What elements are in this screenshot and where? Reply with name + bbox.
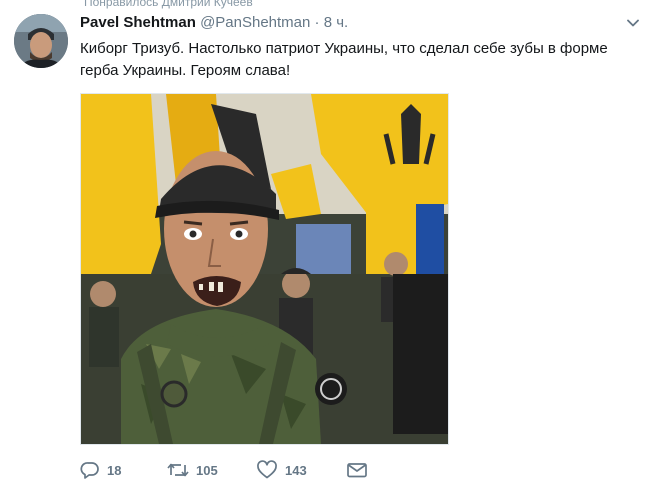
heart-icon — [256, 460, 278, 480]
tweet-actions: 18 105 143 — [80, 460, 368, 480]
like-count: 143 — [285, 462, 307, 478]
author-handle[interactable]: @PanShehtman — [200, 14, 310, 31]
header-separator: · — [310, 14, 324, 31]
reply-button[interactable]: 18 — [80, 460, 167, 480]
avatar[interactable] — [14, 14, 68, 68]
retweet-icon — [167, 460, 189, 480]
like-button[interactable]: 143 — [256, 460, 346, 480]
tweet-photo[interactable] — [80, 93, 449, 445]
liked-by-context: Понравилось Дмитрий Кучеев — [84, 0, 253, 9]
author-name[interactable]: Pavel Shehtman — [80, 14, 196, 31]
chevron-down-icon[interactable] — [624, 14, 642, 32]
retweet-count: 105 — [196, 462, 218, 478]
reply-icon — [80, 460, 100, 480]
direct-message-button[interactable] — [346, 460, 368, 480]
reply-count: 18 — [107, 462, 122, 478]
retweet-button[interactable]: 105 — [167, 460, 256, 480]
tweet-text: Киборг Тризуб. Настолько патриот Украины… — [80, 40, 608, 79]
tweet-timestamp[interactable]: 8 ч. — [324, 14, 349, 31]
tweet-header: Pavel Shehtman @PanShehtman · 8 ч. — [80, 14, 348, 31]
envelope-icon — [346, 460, 368, 480]
